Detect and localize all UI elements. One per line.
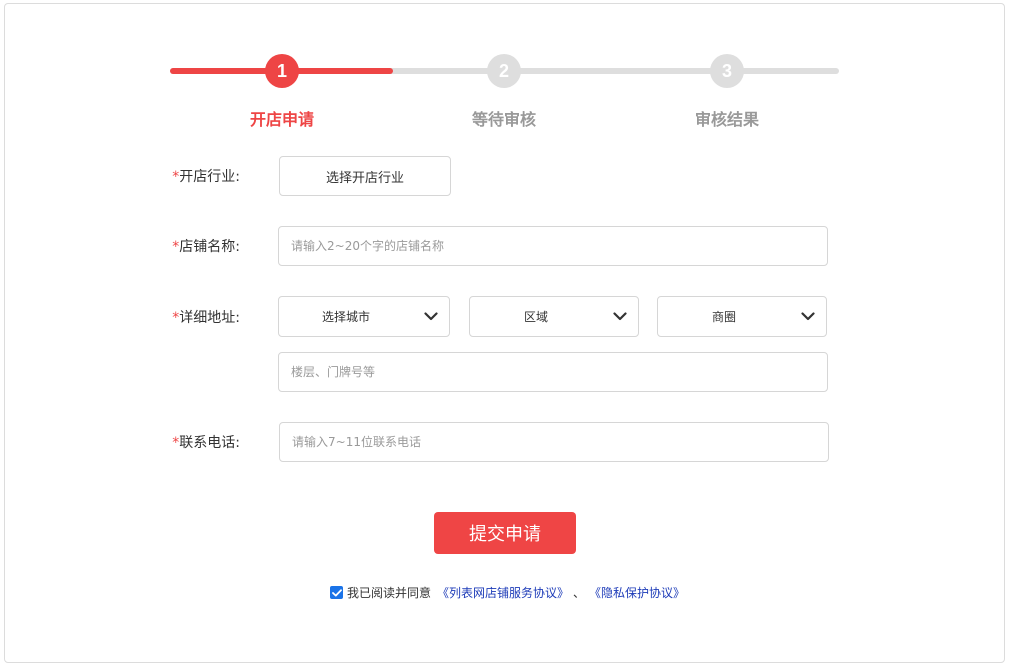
agreement-checkbox[interactable]: [330, 586, 343, 599]
agreement-text: 我已阅读并同意: [347, 586, 432, 600]
business-area-dropdown-value: 商圈: [711, 310, 736, 324]
chevron-down-icon: [413, 297, 449, 336]
shop-name-label: *店铺名称:: [150, 236, 240, 256]
industry-label-text: 开店行业:: [179, 169, 240, 185]
industry-label: *开店行业:: [150, 166, 240, 186]
step-2-label: 等待审核: [471, 110, 536, 129]
district-dropdown-value: 区域: [523, 310, 548, 324]
city-dropdown-value: 选择城市: [321, 310, 370, 324]
select-industry-button[interactable]: 选择开店行业: [279, 156, 451, 196]
district-dropdown[interactable]: 区域: [469, 296, 639, 337]
step-2-circle: 2: [487, 54, 521, 88]
city-dropdown[interactable]: 选择城市: [278, 296, 450, 337]
shop-name-label-text: 店铺名称:: [179, 239, 240, 255]
step-3-label: 审核结果: [694, 110, 759, 129]
chevron-down-icon: [602, 297, 638, 336]
checkmark-icon: [331, 588, 342, 596]
step-1-circle: 1: [265, 54, 299, 88]
address-detail-input[interactable]: [278, 352, 828, 392]
agreement-separator: 、: [573, 586, 586, 600]
shop-name-input[interactable]: [278, 226, 828, 266]
phone-label-text: 联系电话:: [179, 435, 240, 451]
agreement-row: 我已阅读并同意 《列表网店铺服务协议》 、 《隐私保护协议》: [330, 584, 685, 601]
phone-input[interactable]: [279, 422, 829, 462]
step-3-circle: 3: [710, 54, 744, 88]
business-area-dropdown[interactable]: 商圈: [657, 296, 827, 337]
shop-service-agreement-link[interactable]: 《列表网店铺服务协议》: [437, 584, 569, 601]
address-label-text: 详细地址:: [179, 310, 240, 326]
phone-label: *联系电话:: [150, 432, 240, 452]
chevron-down-icon: [790, 297, 826, 336]
address-label: *详细地址:: [150, 307, 240, 327]
submit-application-button[interactable]: 提交申请: [434, 512, 576, 554]
privacy-agreement-link[interactable]: 《隐私保护协议》: [589, 584, 685, 601]
step-1-label: 开店申请: [249, 110, 314, 129]
